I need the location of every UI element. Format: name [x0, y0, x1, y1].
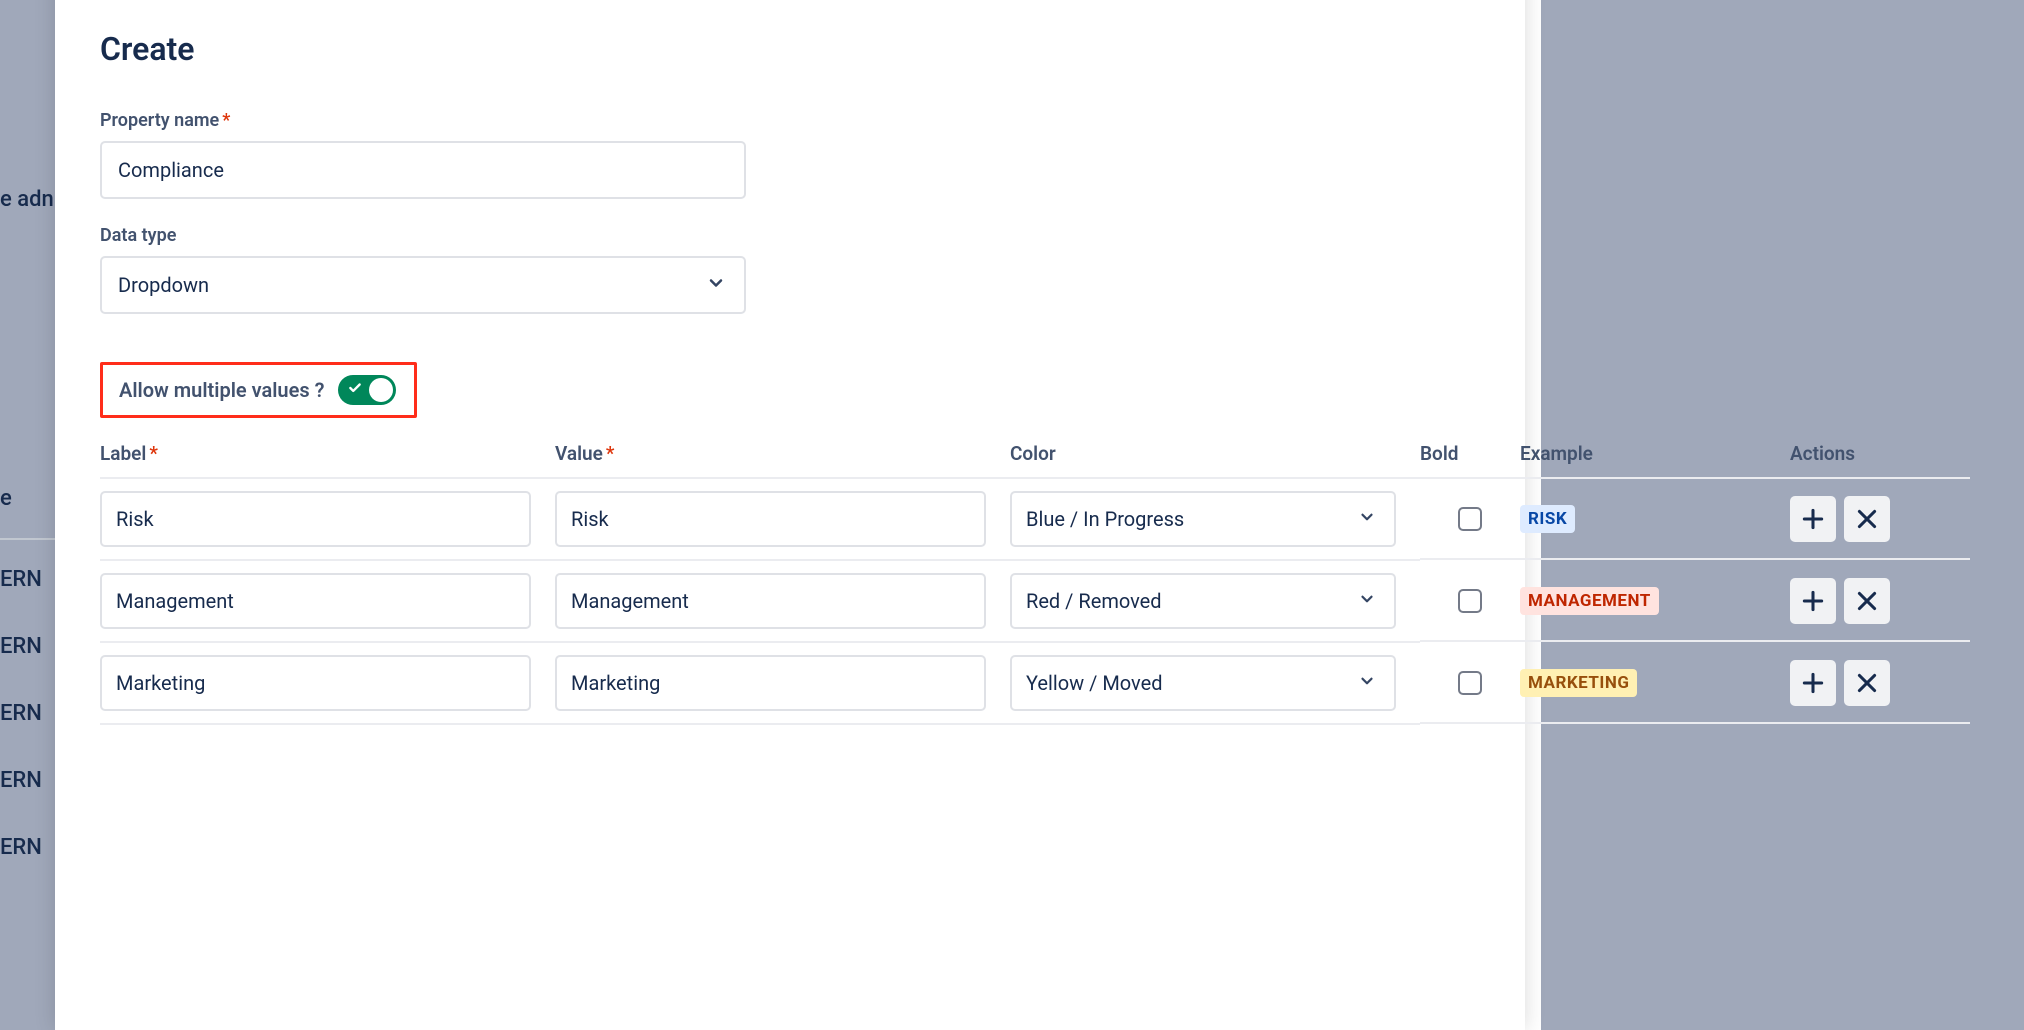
close-icon	[1854, 670, 1880, 696]
create-property-modal: Create Property name* Data type Allow mu…	[55, 0, 1525, 1030]
property-name-label: Property name*	[100, 110, 1480, 131]
sidebar-item[interactable]: e	[0, 479, 55, 518]
remove-option-button[interactable]	[1844, 496, 1890, 542]
example-badge: MANAGEMENT	[1520, 587, 1659, 615]
option-label-input[interactable]	[100, 491, 531, 547]
sidebar-fragment: e adn e ERN ERN ERN ERN ERN	[0, 0, 55, 1016]
required-asterisk: *	[146, 442, 158, 465]
option-value-input[interactable]	[555, 655, 986, 711]
sidebar-item[interactable]: e adn	[0, 180, 55, 219]
option-color-select[interactable]	[1010, 491, 1396, 547]
option-color-select[interactable]	[1010, 573, 1396, 629]
option-bold-checkbox[interactable]	[1458, 507, 1482, 531]
option-label-input[interactable]	[100, 655, 531, 711]
toggle-knob	[369, 378, 393, 402]
sidebar-item[interactable]: ERN	[0, 627, 55, 666]
page-title: Create	[100, 30, 1480, 68]
option-value-input[interactable]	[555, 491, 986, 547]
add-option-button[interactable]	[1790, 496, 1836, 542]
plus-icon	[1800, 670, 1826, 696]
close-icon	[1854, 506, 1880, 532]
example-badge: RISK	[1520, 505, 1575, 533]
header-actions: Actions	[1790, 432, 1970, 479]
option-color-select[interactable]	[1010, 655, 1396, 711]
option-value-input[interactable]	[555, 573, 986, 629]
option-bold-checkbox[interactable]	[1458, 589, 1482, 613]
allow-multiple-highlight: Allow multiple values ?	[100, 362, 417, 418]
data-type-group: Data type	[100, 225, 1480, 314]
add-option-button[interactable]	[1790, 578, 1836, 624]
required-asterisk: *	[219, 110, 230, 131]
option-label-input[interactable]	[100, 573, 531, 629]
header-label: Label*	[100, 432, 555, 479]
sidebar-item[interactable]: ERN	[0, 828, 55, 867]
data-type-select[interactable]	[100, 256, 746, 314]
sidebar-item[interactable]: ERN	[0, 761, 55, 800]
close-icon	[1854, 588, 1880, 614]
allow-multiple-toggle[interactable]	[338, 375, 396, 405]
sidebar-item[interactable]: ERN	[0, 694, 55, 733]
header-color: Color	[1010, 432, 1420, 479]
option-bold-checkbox[interactable]	[1458, 671, 1482, 695]
sidebar-item[interactable]: ERN	[0, 560, 55, 599]
allow-multiple-label: Allow multiple values ?	[119, 378, 324, 402]
options-table: Label* Value* Color Bold Example Actions…	[100, 432, 1480, 725]
property-name-input[interactable]	[100, 141, 746, 199]
add-option-button[interactable]	[1790, 660, 1836, 706]
header-bold: Bold	[1420, 432, 1520, 479]
header-value: Value*	[555, 432, 1010, 479]
data-type-label: Data type	[100, 225, 1480, 246]
plus-icon	[1800, 506, 1826, 532]
sidebar-divider	[0, 538, 55, 540]
plus-icon	[1800, 588, 1826, 614]
remove-option-button[interactable]	[1844, 578, 1890, 624]
example-badge: MARKETING	[1520, 669, 1637, 697]
property-name-group: Property name*	[100, 110, 1480, 199]
header-example: Example	[1520, 432, 1790, 479]
check-icon	[348, 381, 362, 399]
required-asterisk: *	[603, 442, 615, 465]
remove-option-button[interactable]	[1844, 660, 1890, 706]
